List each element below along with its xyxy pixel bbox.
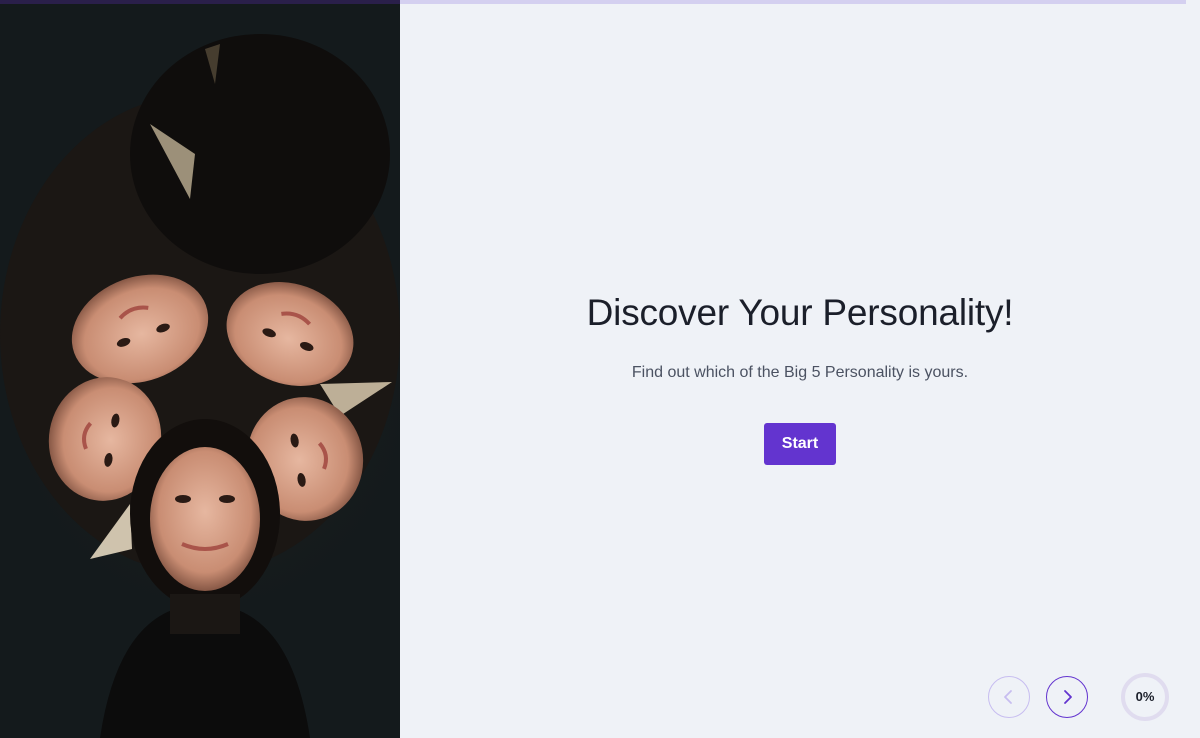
previous-button[interactable]: [988, 676, 1030, 718]
progress-percentage: 0%: [1135, 689, 1155, 704]
quiz-landing-page: Discover Your Personality! Find out whic…: [0, 0, 1200, 738]
page-title: Discover Your Personality!: [586, 292, 1014, 333]
start-button[interactable]: Start: [764, 423, 836, 465]
chevron-left-icon: [1004, 690, 1012, 704]
next-button[interactable]: [1046, 676, 1088, 718]
hero-photo-illustration: [0, 4, 400, 738]
page-subtitle: Find out which of the Big 5 Personality …: [631, 364, 969, 381]
hero-photo: [0, 4, 400, 738]
intro-content: Discover Your Personality! Find out whic…: [400, 0, 1200, 738]
chevron-right-icon: [1064, 690, 1072, 704]
